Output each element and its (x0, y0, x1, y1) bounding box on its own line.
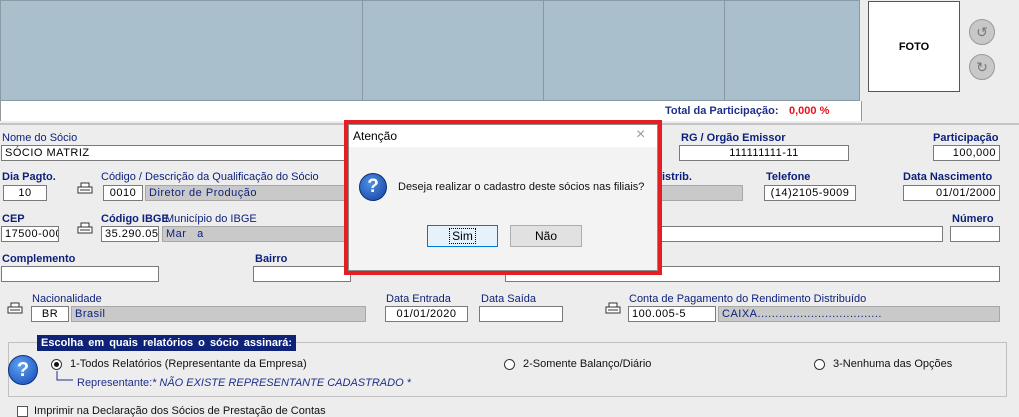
data-nascimento-field[interactable]: 01/01/2000 (903, 185, 1000, 201)
conta-pagamento-label: Conta de Pagamento do Rendimento Distrib… (629, 293, 867, 305)
grid-divider (362, 0, 363, 101)
data-entrada-label: Data Entrada (386, 293, 451, 305)
rg-field[interactable]: 111111111-11 (679, 145, 849, 161)
dialog-title: Atenção (353, 129, 398, 143)
radio-todos-relatorios-label: 1-Todos Relatórios (Representante da Emp… (70, 358, 307, 370)
data-saida-field[interactable] (479, 306, 563, 322)
representante-value: * NÃO EXISTE REPRESENTANTE CADASTRADO * (152, 377, 411, 389)
conta-pagamento-code-field[interactable]: 100.005-5 (628, 306, 716, 322)
codigo-ibge-label: Código IBGE (101, 213, 169, 225)
radio-todos-relatorios[interactable] (51, 359, 62, 370)
descricao-qualificacao-field: Diretor de Produção (145, 185, 352, 201)
radio-nenhuma[interactable] (814, 359, 825, 370)
numero-label: Número (952, 213, 994, 225)
telefone-field[interactable]: (14)2105-9009 (764, 185, 856, 201)
radio-somente-balanco[interactable] (504, 359, 515, 370)
distrib-label: istrib. (662, 171, 692, 183)
question-icon: ? (359, 173, 387, 201)
assinatura-title: Escolha em quais relatórios o sócio assi… (37, 335, 297, 351)
endereco-field[interactable] (659, 226, 943, 242)
data-nascimento-label: Data Nascimento (903, 171, 993, 183)
nacionalidade-code-field[interactable]: BR (31, 306, 69, 322)
distrib-field (659, 185, 743, 201)
nacionalidade-label: Nacionalidade (32, 293, 102, 305)
photo-label: FOTO (898, 40, 930, 53)
dialog-message: Deseja realizar o cadastro deste sócios … (398, 181, 645, 193)
no-button[interactable]: Não (510, 225, 582, 247)
photo-box[interactable]: FOTO (868, 1, 960, 92)
printer-icon[interactable] (77, 182, 93, 195)
imprimir-declaracao-checkbox[interactable] (17, 406, 28, 417)
yes-button-label: Sim (449, 228, 476, 244)
municipio-ibge-field: Mar a (162, 226, 352, 242)
rg-label: RG / Orgão Emissor (681, 132, 786, 144)
cep-field[interactable]: 17500-000 (1, 226, 59, 242)
participacao-label: Participação (933, 132, 999, 144)
participacao-field[interactable]: 100,000 (933, 145, 1000, 161)
rotate-right-icon[interactable]: ↻ (969, 54, 995, 80)
data-saida-label: Data Saída (481, 293, 537, 305)
radio-nenhuma-label: 3-Nenhuma das Opções (833, 358, 953, 370)
imprimir-declaracao-label: Imprimir na Declaração dos Sócios de Pre… (34, 405, 326, 417)
dialog-titlebar[interactable]: Atenção × (349, 125, 657, 147)
grid-footer: Total da Participação: 0,000 % (0, 101, 862, 121)
codigo-qualificacao-label: Código / Descrição da Qualificação do Só… (101, 171, 319, 183)
yes-button[interactable]: Sim (427, 225, 498, 247)
close-icon[interactable]: × (636, 126, 645, 144)
data-entrada-field[interactable]: 01/01/2020 (385, 306, 468, 322)
nome-socio-field[interactable]: SÓCIO MATRIZ (1, 145, 351, 161)
nacionalidade-desc-field: Brasil (71, 306, 366, 322)
codigo-ibge-field[interactable]: 35.290.05 (101, 226, 159, 242)
telefone-label: Telefone (766, 171, 811, 183)
help-icon[interactable]: ? (8, 355, 38, 385)
printer-icon[interactable] (605, 302, 621, 315)
conta-pagamento-desc-field: CAIXA................................... (718, 306, 1000, 322)
complemento-field[interactable] (1, 266, 159, 282)
bairro-label: Bairro (255, 253, 288, 265)
rotate-left-icon[interactable]: ↺ (969, 19, 995, 45)
printer-icon[interactable] (7, 302, 23, 315)
bairro-field[interactable] (253, 266, 351, 282)
confirm-dialog[interactable]: Atenção × ? Deseja realizar o cadastro d… (348, 124, 658, 271)
codigo-qualificacao-field[interactable]: 0010 (103, 185, 143, 201)
total-participation-value: 0,000 % (789, 105, 830, 117)
total-participation-label: Total da Participação: (665, 105, 779, 117)
complemento-label: Complemento (2, 253, 76, 265)
radio-somente-balanco-label: 2-Somente Balanço/Diário (523, 358, 652, 370)
dia-pagto-label: Dia Pagto. (2, 171, 56, 183)
representante-label: Representante: (77, 377, 153, 389)
grid-divider (543, 0, 544, 101)
grid-divider (724, 0, 725, 101)
no-button-label: Não (534, 229, 557, 243)
nome-socio-label: Nome do Sócio (2, 132, 78, 144)
cep-label: CEP (2, 213, 25, 225)
numero-field[interactable] (950, 226, 1000, 242)
participation-grid[interactable] (0, 0, 860, 101)
municipio-ibge-label: Município do IBGE (165, 213, 257, 225)
tree-connector (56, 371, 73, 381)
dia-pagto-field[interactable]: 10 (3, 185, 47, 201)
printer-icon[interactable] (77, 222, 93, 235)
